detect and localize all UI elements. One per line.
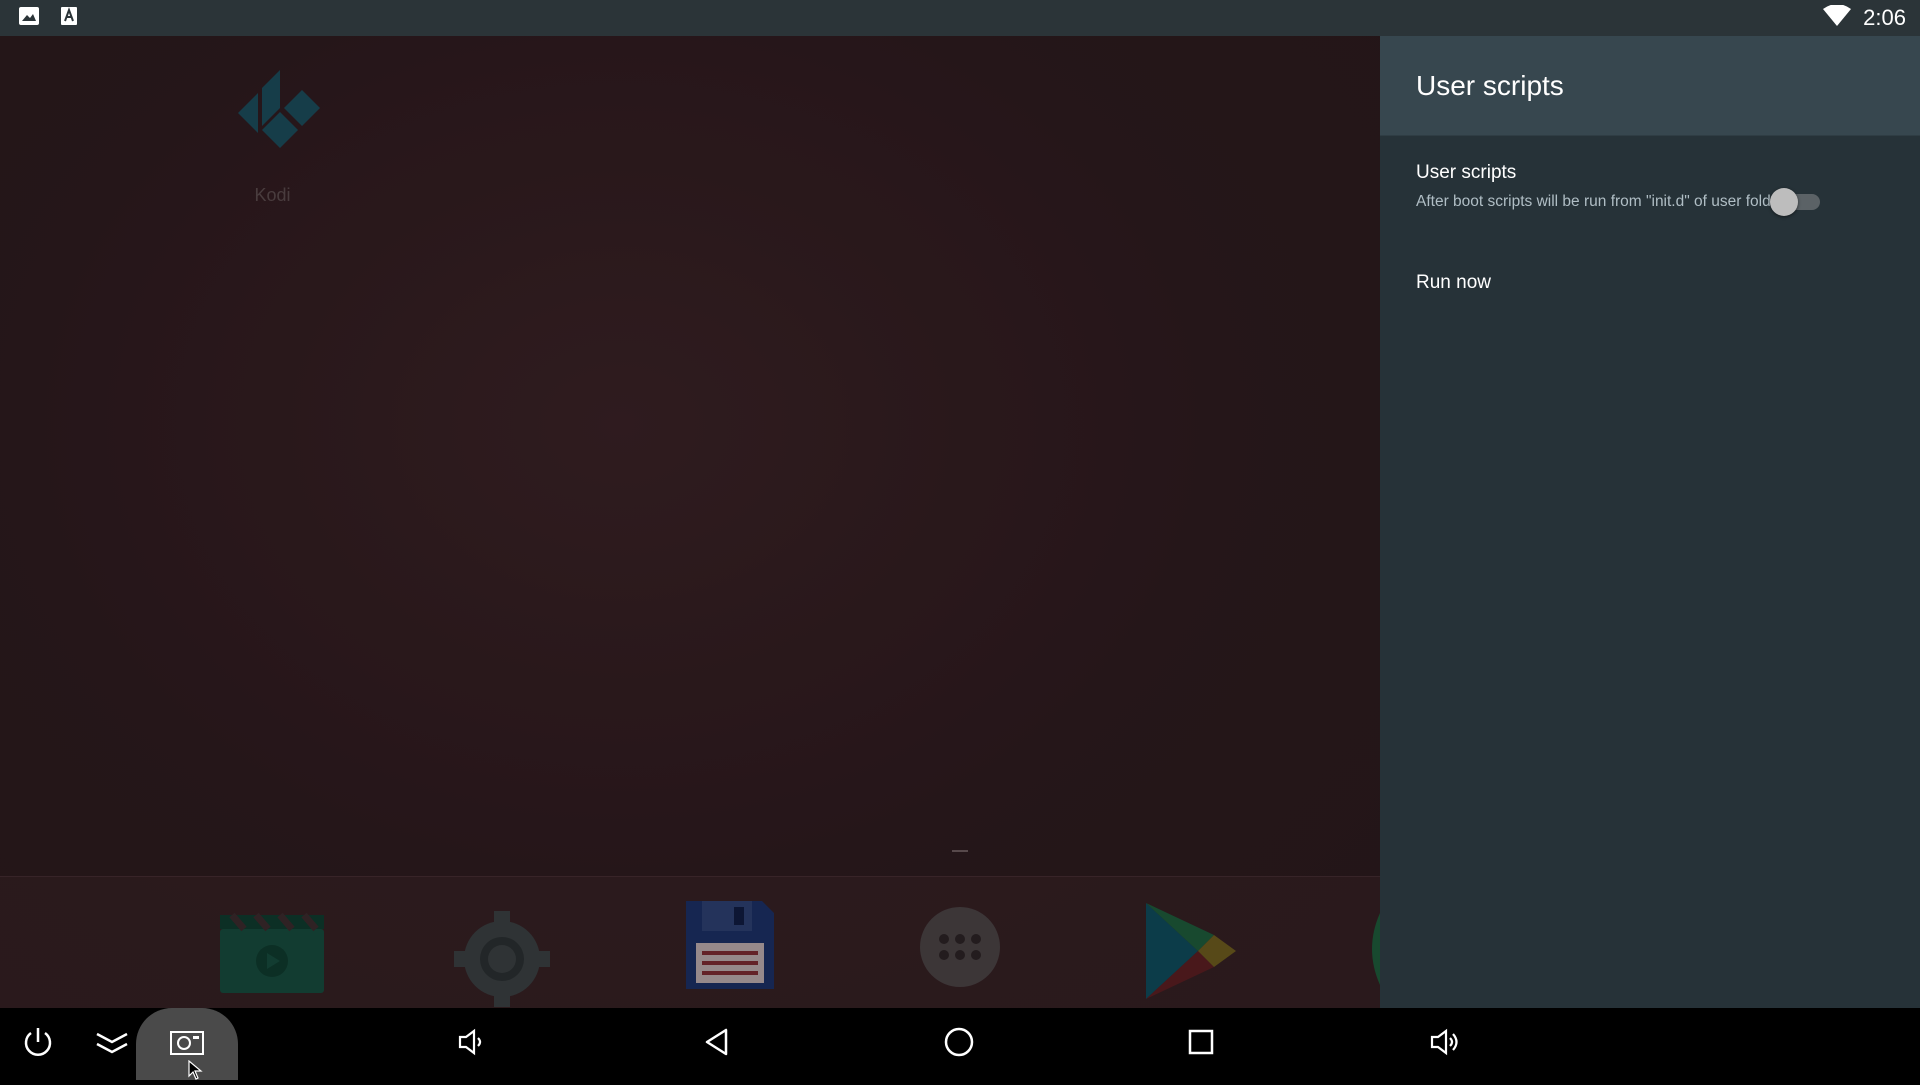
preference-title: User scripts xyxy=(1416,162,1517,183)
user-scripts-preference[interactable]: User scripts After boot scripts will be … xyxy=(1380,136,1920,240)
run-now-item[interactable]: Run now xyxy=(1380,248,1920,318)
back-button[interactable] xyxy=(686,1008,748,1080)
run-now-label: Run now xyxy=(1416,272,1491,293)
preference-summary: After boot scripts will be run from "ini… xyxy=(1416,193,1785,210)
image-icon xyxy=(18,6,40,31)
power-icon xyxy=(21,1025,55,1064)
wifi-icon xyxy=(1823,3,1852,32)
volume-down-icon xyxy=(456,1027,486,1062)
volume-up-button[interactable] xyxy=(1414,1008,1476,1080)
user-scripts-toggle[interactable] xyxy=(1770,186,1820,216)
user-scripts-panel: User scripts User scripts After boot scr… xyxy=(1380,36,1920,1008)
panel-title: User scripts xyxy=(1416,69,1564,101)
panel-header: User scripts xyxy=(1380,36,1920,136)
screenshot-button[interactable] xyxy=(136,1008,238,1080)
volume-up-icon xyxy=(1428,1027,1462,1062)
power-button[interactable] xyxy=(8,1008,68,1080)
collapse-button[interactable] xyxy=(82,1008,142,1080)
recents-button[interactable] xyxy=(1170,1008,1232,1080)
home-icon xyxy=(943,1026,975,1063)
status-bar: 2:06 xyxy=(0,0,1920,36)
launcher-home: Kodi xyxy=(0,36,1380,1008)
back-icon xyxy=(702,1027,732,1062)
clock: 2:06 xyxy=(1863,5,1906,30)
collapse-icon xyxy=(95,1028,129,1061)
screenshot-icon xyxy=(169,1028,205,1061)
home-button[interactable] xyxy=(928,1008,990,1080)
mouse-cursor-icon xyxy=(188,1059,204,1085)
toggle-thumb xyxy=(1770,188,1798,216)
text-a-icon xyxy=(60,6,78,31)
recents-icon xyxy=(1186,1027,1216,1062)
volume-down-button[interactable] xyxy=(440,1008,502,1080)
navigation-bar xyxy=(0,1008,1920,1080)
dim-overlay xyxy=(0,36,1380,1008)
